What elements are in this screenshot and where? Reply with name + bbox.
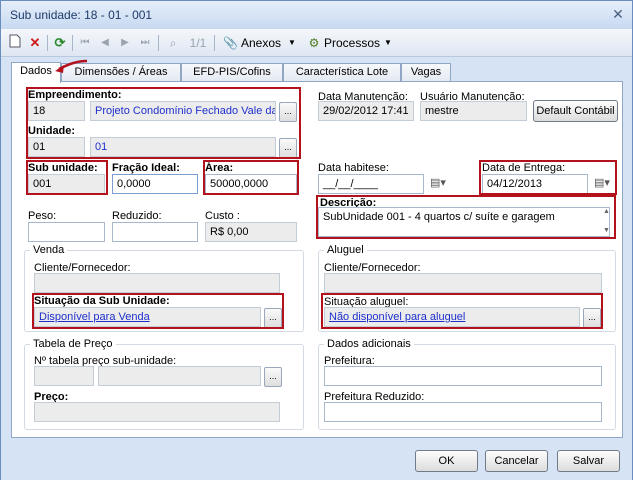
paperclip-icon[interactable]: 📎 (223, 34, 238, 52)
prefeitura-reduzido-field[interactable] (324, 402, 602, 422)
delete-icon[interactable]: ✕ (27, 34, 43, 52)
data-entrega-field[interactable]: 04/12/2013 (482, 174, 588, 194)
annotation-arrow-icon (55, 59, 88, 73)
cancelar-button[interactable]: Cancelar (485, 450, 548, 472)
situacao-sub-unidade-lookup-button[interactable]: ... (264, 308, 282, 328)
situacao-sub-unidade-label: Situação da Sub Unidade: (34, 295, 170, 307)
empreendimento-lookup-button[interactable]: ... (279, 102, 297, 122)
previous-record-icon[interactable]: ◀ (98, 34, 112, 52)
data-entrega-calendar-icon[interactable]: ▤▾ (591, 174, 613, 194)
situacao-sub-unidade-field[interactable]: Disponível para Venda (34, 307, 261, 327)
venda-group-title: Venda (30, 244, 68, 256)
tabela-preco-lookup-button[interactable]: ... (264, 367, 282, 387)
scroll-down-icon[interactable]: ▼ (603, 227, 610, 234)
numero-tabela-preco-code-field[interactable] (34, 366, 94, 386)
aluguel-group-title: Aluguel (324, 244, 367, 256)
peso-label: Peso: (28, 210, 57, 222)
sub-unidade-label: Sub unidade: (28, 162, 98, 174)
anexos-dropdown-icon[interactable]: ▼ (287, 34, 297, 52)
data-entrega-label: Data de Entrega: (482, 162, 566, 174)
custo-field[interactable]: R$ 0,00 (205, 222, 297, 242)
area-field[interactable]: 50000,0000 (205, 174, 297, 194)
ok-button[interactable]: OK (415, 450, 478, 472)
unidade-code-field[interactable]: 01 (28, 137, 85, 157)
page-indicator: 1/1 (189, 36, 207, 50)
descricao-textarea[interactable]: SubUnidade 001 - 4 quartos c/ suíte e ga… (318, 207, 610, 237)
data-habitese-calendar-icon[interactable]: ▤▾ (427, 174, 449, 194)
data-manutencao-field[interactable]: 29/02/2012 17:41 (318, 101, 414, 121)
window-title: Sub unidade: 18 - 01 - 001 (10, 8, 153, 22)
numero-tabela-preco-name-field[interactable] (98, 366, 261, 386)
data-habitese-label: Data habitese: (318, 162, 389, 174)
unidade-label: Unidade: (28, 125, 76, 137)
toolbar-separator (158, 35, 159, 51)
venda-cliente-field[interactable] (34, 273, 280, 293)
tab-vagas[interactable]: Vagas (401, 63, 451, 82)
toolbar-separator (72, 35, 73, 51)
gears-icon[interactable]: ⚙ (306, 34, 322, 52)
sub-unidade-window: Sub unidade: 18 - 01 - 001 ✕ ✕ ⟳ ⏮ ◀ ▶ ⏭… (0, 0, 633, 480)
empreendimento-code-field[interactable]: 18 (28, 101, 85, 121)
toolbar: ✕ ⟳ ⏮ ◀ ▶ ⏭ ⌕ 1/1 📎 Anexos ▼ ⚙ Processos… (1, 29, 632, 57)
fracao-ideal-field[interactable]: 0,0000 (112, 174, 198, 194)
title-bar: Sub unidade: 18 - 01 - 001 ✕ (1, 1, 632, 29)
tab-efd-pis-cofins[interactable]: EFD-PIS/Cofins (181, 63, 283, 82)
reduzido-field[interactable] (112, 222, 198, 242)
custo-label: Custo : (205, 210, 240, 222)
dados-adicionais-group-title: Dados adicionais (324, 338, 414, 350)
salvar-button[interactable]: Salvar (557, 450, 620, 472)
toolbar-separator (214, 35, 215, 51)
data-habitese-field[interactable]: __/__/____ (318, 174, 424, 194)
sub-unidade-field[interactable]: 001 (28, 174, 105, 194)
peso-field[interactable] (28, 222, 105, 242)
dialog-footer: OK Cancelar Salvar (1, 443, 632, 480)
tabela-preco-group-title: Tabela de Preço (30, 338, 116, 350)
reduzido-label: Reduzido: (112, 210, 162, 222)
aluguel-cliente-field[interactable] (324, 273, 602, 293)
default-contabil-button[interactable]: Default Contábil (533, 100, 618, 122)
processos-dropdown-icon[interactable]: ▼ (383, 34, 393, 52)
prefeitura-field[interactable] (324, 366, 602, 386)
usuario-manutencao-field[interactable]: mestre (420, 101, 527, 121)
fracao-ideal-label: Fração Ideal: (112, 162, 180, 174)
scroll-up-icon[interactable]: ▲ (603, 208, 610, 215)
situacao-aluguel-field[interactable]: Não disponível para aluguel (324, 307, 580, 327)
unidade-lookup-button[interactable]: ... (279, 138, 297, 158)
refresh-icon[interactable]: ⟳ (52, 34, 68, 52)
empreendimento-label: Empreendimento: (28, 89, 122, 101)
new-document-icon[interactable] (7, 34, 23, 52)
tab-caracteristica-lote[interactable]: Característica Lote (283, 63, 401, 82)
dados-panel: Empreendimento: 18 Projeto Condomínio Fe… (11, 81, 623, 438)
area-label: Área: (205, 162, 234, 174)
situacao-aluguel-lookup-button[interactable]: ... (583, 308, 601, 328)
preco-field[interactable] (34, 402, 280, 422)
anexos-menu-button[interactable]: Anexos (241, 34, 285, 52)
unidade-name-field[interactable]: 01 (90, 137, 276, 157)
empreendimento-name-field[interactable]: Projeto Condomínio Fechado Vale das A (90, 101, 276, 121)
binoculars-icon[interactable]: ⌕ (164, 34, 182, 52)
toolbar-separator (47, 35, 48, 51)
processos-menu-button[interactable]: Processos (324, 34, 380, 52)
next-record-icon[interactable]: ▶ (118, 34, 132, 52)
first-record-icon[interactable]: ⏮ (78, 34, 92, 52)
last-record-icon[interactable]: ⏭ (138, 34, 152, 52)
close-icon[interactable]: ✕ (610, 7, 626, 23)
